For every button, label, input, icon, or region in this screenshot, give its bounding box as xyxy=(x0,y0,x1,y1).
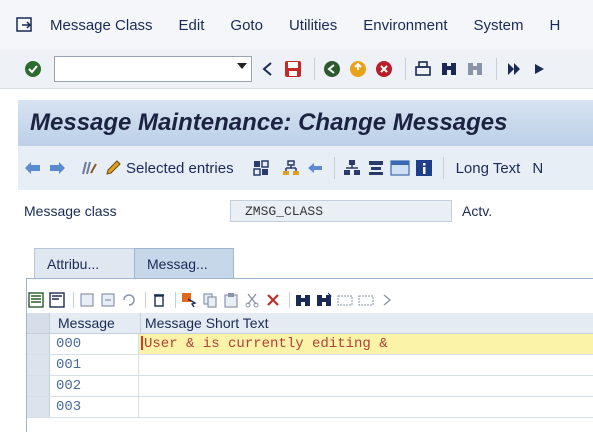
exit-menu-icon[interactable] xyxy=(14,14,36,36)
cancel-circle-icon[interactable] xyxy=(373,58,395,80)
deselect-all-icon[interactable] xyxy=(48,291,66,309)
chevron-right-icon[interactable] xyxy=(378,291,396,309)
copy-icon[interactable] xyxy=(201,291,219,309)
long-text-button[interactable]: Long Text xyxy=(456,160,521,177)
cut-icon[interactable] xyxy=(243,291,261,309)
find-next-icon[interactable] xyxy=(315,291,333,309)
select-all-icon[interactable] xyxy=(27,291,45,309)
arrow-left-icon[interactable] xyxy=(22,157,44,179)
tab-messages[interactable]: Messag... xyxy=(134,248,234,278)
message-number[interactable]: 003 xyxy=(50,397,139,417)
message-text: User & is currently editing & xyxy=(144,336,388,352)
hierarchy-icon[interactable] xyxy=(280,157,302,179)
toolbar-divider xyxy=(175,292,176,308)
collapse-icon[interactable] xyxy=(357,291,375,309)
messages-table: Message Message Short Text 000 User & is… xyxy=(27,313,593,418)
arrow-right-icon[interactable] xyxy=(46,157,68,179)
column-header-short-text[interactable]: Message Short Text xyxy=(140,313,593,333)
transport-icon[interactable] xyxy=(304,157,326,179)
enter-check-icon[interactable] xyxy=(22,58,44,80)
print-icon[interactable] xyxy=(412,58,434,80)
table-row: 000 User & is currently editing & xyxy=(27,334,593,355)
find-icon[interactable] xyxy=(438,58,460,80)
tab-attributes[interactable]: Attribu... xyxy=(34,248,142,278)
first-page-icon[interactable] xyxy=(503,58,525,80)
display-change-icon[interactable] xyxy=(78,157,100,179)
back-arrow-icon[interactable] xyxy=(256,58,278,80)
message-class-row: Message class ZMSG_CLASS Actv. xyxy=(18,200,593,224)
menu-edit[interactable]: Edit xyxy=(179,17,205,34)
table-row: 001 xyxy=(27,355,593,376)
select-cursor-icon[interactable] xyxy=(180,291,198,309)
toolbar-divider xyxy=(496,58,497,80)
message-class-field: ZMSG_CLASS xyxy=(230,200,452,222)
grid-toolbar xyxy=(27,287,399,313)
undo-icon[interactable] xyxy=(120,291,138,309)
select-all-column[interactable] xyxy=(27,313,49,333)
message-number[interactable]: 000 xyxy=(50,334,139,354)
toolbar-divider xyxy=(145,292,146,308)
menu-bar: Message Class Edit Goto Utilities Enviro… xyxy=(0,0,593,50)
table-row: 003 xyxy=(27,397,593,418)
find-next-icon[interactable] xyxy=(464,58,486,80)
append-row-icon[interactable] xyxy=(99,291,117,309)
exit-circle-icon[interactable] xyxy=(347,58,369,80)
selected-entries-button[interactable]: Selected entries xyxy=(126,160,234,177)
message-class-label: Message class xyxy=(24,203,117,219)
menu-utilities[interactable]: Utilities xyxy=(289,17,337,34)
row-selector[interactable] xyxy=(27,376,50,396)
toolbar-divider xyxy=(405,58,406,80)
command-field[interactable] xyxy=(54,56,252,82)
standard-toolbar xyxy=(0,50,593,89)
page-title: Message Maintenance: Change Messages xyxy=(30,109,508,136)
insert-row-icon[interactable] xyxy=(78,291,96,309)
where-used-icon[interactable] xyxy=(250,157,272,179)
message-number[interactable]: 001 xyxy=(50,355,139,375)
message-text-cell[interactable] xyxy=(139,397,593,417)
delete-icon[interactable] xyxy=(150,291,168,309)
message-text-cell[interactable] xyxy=(139,376,593,396)
text-cursor xyxy=(141,336,143,351)
messages-tab-panel: Message Message Short Text 000 User & is… xyxy=(26,278,593,432)
row-selector[interactable] xyxy=(27,397,50,417)
screen-title-bar: Message Maintenance: Change Messages xyxy=(18,100,593,146)
find-icon[interactable] xyxy=(294,291,312,309)
delete-x-icon[interactable] xyxy=(264,291,282,309)
toolbar-divider xyxy=(314,58,315,80)
menu-system[interactable]: System xyxy=(474,17,524,34)
table-header: Message Message Short Text xyxy=(27,313,593,334)
info-icon[interactable] xyxy=(413,157,435,179)
pencil-icon[interactable] xyxy=(102,157,124,179)
paste-icon[interactable] xyxy=(222,291,240,309)
save-icon[interactable] xyxy=(282,58,304,80)
expand-icon[interactable] xyxy=(336,291,354,309)
message-text-cell[interactable]: User & is currently editing & xyxy=(139,334,593,354)
chevron-down-icon[interactable] xyxy=(237,63,247,69)
previous-page-icon[interactable] xyxy=(529,58,551,80)
toolbar-divider xyxy=(73,292,74,308)
row-selector[interactable] xyxy=(27,334,50,354)
message-number[interactable]: 002 xyxy=(50,376,139,396)
toolbar-divider xyxy=(333,157,335,179)
content-area: Message class ZMSG_CLASS Actv. Attribu..… xyxy=(18,190,593,432)
table-row: 002 xyxy=(27,376,593,397)
toolbar-divider xyxy=(442,157,444,179)
status-text: Actv. xyxy=(462,203,493,219)
screen-icon[interactable] xyxy=(389,157,411,179)
column-header-message[interactable]: Message xyxy=(49,313,140,333)
more-button[interactable]: N xyxy=(532,160,543,177)
application-toolbar: Selected entries Long Text N xyxy=(18,146,593,190)
layout-icon[interactable] xyxy=(365,157,387,179)
back-circle-icon[interactable] xyxy=(321,58,343,80)
row-selector[interactable] xyxy=(27,355,50,375)
menu-goto[interactable]: Goto xyxy=(230,17,263,34)
toolbar-divider xyxy=(289,292,290,308)
structure-icon[interactable] xyxy=(341,157,363,179)
menu-environment[interactable]: Environment xyxy=(363,17,447,34)
menu-help[interactable]: H xyxy=(550,17,561,34)
message-text-cell[interactable] xyxy=(139,355,593,375)
menu-message-class[interactable]: Message Class xyxy=(50,17,153,34)
